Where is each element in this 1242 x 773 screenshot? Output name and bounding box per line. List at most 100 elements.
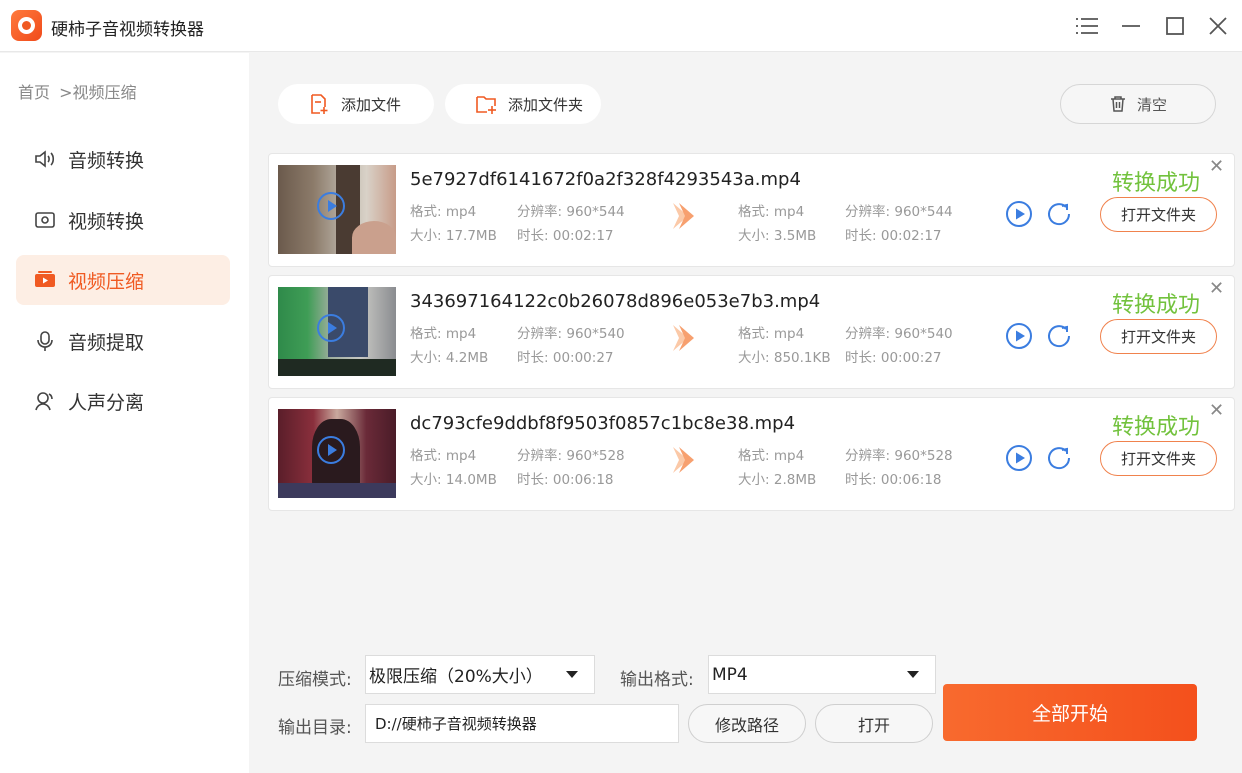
- play-icon: [317, 314, 345, 342]
- src-duration: 时长: 00:02:17: [517, 228, 614, 244]
- open-folder-button[interactable]: 打开文件夹: [1100, 197, 1217, 232]
- out-size: 大小: 2.8MB: [738, 472, 817, 488]
- change-path-button[interactable]: 修改路径: [688, 704, 806, 743]
- open-folder-button[interactable]: 打开文件夹: [1100, 319, 1217, 354]
- play-preview-icon[interactable]: [1005, 322, 1033, 350]
- output-dir-input[interactable]: D://硬柿子音视频转换器: [365, 704, 679, 743]
- reconvert-icon[interactable]: [1045, 322, 1073, 350]
- menu-icon[interactable]: [1073, 12, 1101, 40]
- remove-file-icon[interactable]: ✕: [1209, 280, 1224, 298]
- compress-mode-select[interactable]: 极限压缩（20%大小）: [365, 655, 595, 694]
- compress-mode-value: 极限压缩（20%大小）: [369, 667, 543, 687]
- video-compress-icon: [32, 267, 58, 293]
- out-size: 大小: 850.1KB: [738, 350, 831, 366]
- clear-label: 清空: [1136, 95, 1167, 114]
- clear-button[interactable]: 清空: [1060, 84, 1216, 124]
- add-file-label: 添加文件: [341, 95, 402, 114]
- sidebar-item-label: 音频转换: [68, 149, 145, 172]
- audio-convert-icon: [32, 146, 58, 172]
- close-icon[interactable]: [1204, 12, 1232, 40]
- out-duration: 时长: 00:00:27: [845, 350, 942, 366]
- remove-file-icon[interactable]: ✕: [1209, 158, 1224, 176]
- chevron-down-icon: [907, 671, 919, 678]
- play-preview-icon[interactable]: [1005, 200, 1033, 228]
- sidebar-item-label: 视频压缩: [68, 270, 145, 293]
- src-resolution: 分辨率: 960*540: [517, 326, 625, 342]
- audio-extract-icon: [32, 328, 58, 354]
- src-format: 格式: mp4: [410, 448, 477, 464]
- src-duration: 时长: 00:06:18: [517, 472, 614, 488]
- sidebar-item-audio-extract[interactable]: 音频提取: [16, 316, 230, 366]
- src-resolution: 分辨率: 960*528: [517, 448, 625, 464]
- file-row: 343697164122c0b26078d896e053e7b3.mp4 格式:…: [268, 275, 1235, 389]
- vocal-separate-icon: [32, 388, 58, 414]
- sidebar-item-video-convert[interactable]: 视频转换: [16, 195, 230, 245]
- sidebar: 首页 >视频压缩 音频转换 视频转换 视频压缩 音频提取 人声分离: [0, 53, 249, 773]
- start-all-button[interactable]: 全部开始: [943, 684, 1197, 741]
- output-format-value: MP4: [712, 664, 748, 685]
- sidebar-item-video-compress[interactable]: 视频压缩: [16, 255, 230, 305]
- maximize-icon[interactable]: [1161, 12, 1189, 40]
- sidebar-item-label: 音频提取: [68, 331, 145, 354]
- out-format: 格式: mp4: [738, 204, 805, 220]
- status-success: 转换成功: [1112, 171, 1201, 196]
- video-convert-icon: [32, 207, 58, 233]
- play-preview-icon[interactable]: [1005, 444, 1033, 472]
- out-duration: 时长: 00:06:18: [845, 472, 942, 488]
- remove-file-icon[interactable]: ✕: [1209, 402, 1224, 420]
- output-dir-label: 输出目录:: [278, 718, 352, 738]
- file-row: dc793cfe9ddbf8f9503f0857c1bc8e38.mp4 格式:…: [268, 397, 1235, 511]
- src-size: 大小: 17.7MB: [410, 228, 497, 244]
- arrow-right-icon: [673, 325, 694, 351]
- video-thumbnail[interactable]: [278, 409, 396, 498]
- src-size: 大小: 14.0MB: [410, 472, 497, 488]
- play-icon: [317, 192, 345, 220]
- breadcrumb: 首页 >视频压缩: [18, 79, 141, 103]
- title-bar: 硬柿子音视频转换器: [0, 0, 1242, 52]
- chevron-down-icon: [566, 671, 578, 678]
- compress-mode-label: 压缩模式:: [278, 670, 352, 690]
- app-logo: [11, 10, 42, 41]
- out-size: 大小: 3.5MB: [738, 228, 817, 244]
- open-folder-button[interactable]: 打开文件夹: [1100, 441, 1217, 476]
- src-size: 大小: 4.2MB: [410, 350, 489, 366]
- file-name: dc793cfe9ddbf8f9503f0857c1bc8e38.mp4: [410, 413, 796, 434]
- video-thumbnail[interactable]: [278, 287, 396, 376]
- out-format: 格式: mp4: [738, 448, 805, 464]
- status-success: 转换成功: [1112, 293, 1201, 318]
- file-row: 5e7927df6141672f0a2f328f4293543a.mp4 格式:…: [268, 153, 1235, 267]
- add-folder-label: 添加文件夹: [508, 95, 584, 114]
- sidebar-item-label: 人声分离: [68, 391, 145, 414]
- sidebar-item-vocal-separate[interactable]: 人声分离: [16, 376, 230, 426]
- out-resolution: 分辨率: 960*528: [845, 448, 953, 464]
- breadcrumb-home[interactable]: 首页: [18, 83, 50, 102]
- app-title: 硬柿子音视频转换器: [51, 20, 204, 40]
- arrow-right-icon: [673, 447, 694, 473]
- reconvert-icon[interactable]: [1045, 200, 1073, 228]
- file-name: 5e7927df6141672f0a2f328f4293543a.mp4: [410, 169, 801, 190]
- main-panel: 添加文件 添加文件夹 清空 5e7927df6141672f0a2f328f42…: [249, 53, 1242, 773]
- open-dir-button[interactable]: 打开: [815, 704, 933, 743]
- add-folder-icon: [475, 93, 499, 119]
- status-success: 转换成功: [1112, 415, 1201, 440]
- out-format: 格式: mp4: [738, 326, 805, 342]
- sidebar-item-audio-convert[interactable]: 音频转换: [16, 134, 230, 184]
- breadcrumb-current: >视频压缩: [59, 83, 137, 102]
- minimize-icon[interactable]: [1117, 12, 1145, 40]
- file-name: 343697164122c0b26078d896e053e7b3.mp4: [410, 291, 821, 312]
- output-format-select[interactable]: MP4: [708, 655, 936, 694]
- out-resolution: 分辨率: 960*540: [845, 326, 953, 342]
- play-icon: [317, 436, 345, 464]
- out-resolution: 分辨率: 960*544: [845, 204, 953, 220]
- reconvert-icon[interactable]: [1045, 444, 1073, 472]
- output-format-label: 输出格式:: [620, 670, 694, 690]
- add-file-icon: [308, 93, 330, 119]
- add-folder-button[interactable]: 添加文件夹: [445, 84, 601, 124]
- add-file-button[interactable]: 添加文件: [278, 84, 434, 124]
- trash-icon: [1110, 96, 1125, 112]
- src-format: 格式: mp4: [410, 204, 477, 220]
- video-thumbnail[interactable]: [278, 165, 396, 254]
- src-duration: 时长: 00:00:27: [517, 350, 614, 366]
- arrow-right-icon: [673, 203, 694, 229]
- src-resolution: 分辨率: 960*544: [517, 204, 625, 220]
